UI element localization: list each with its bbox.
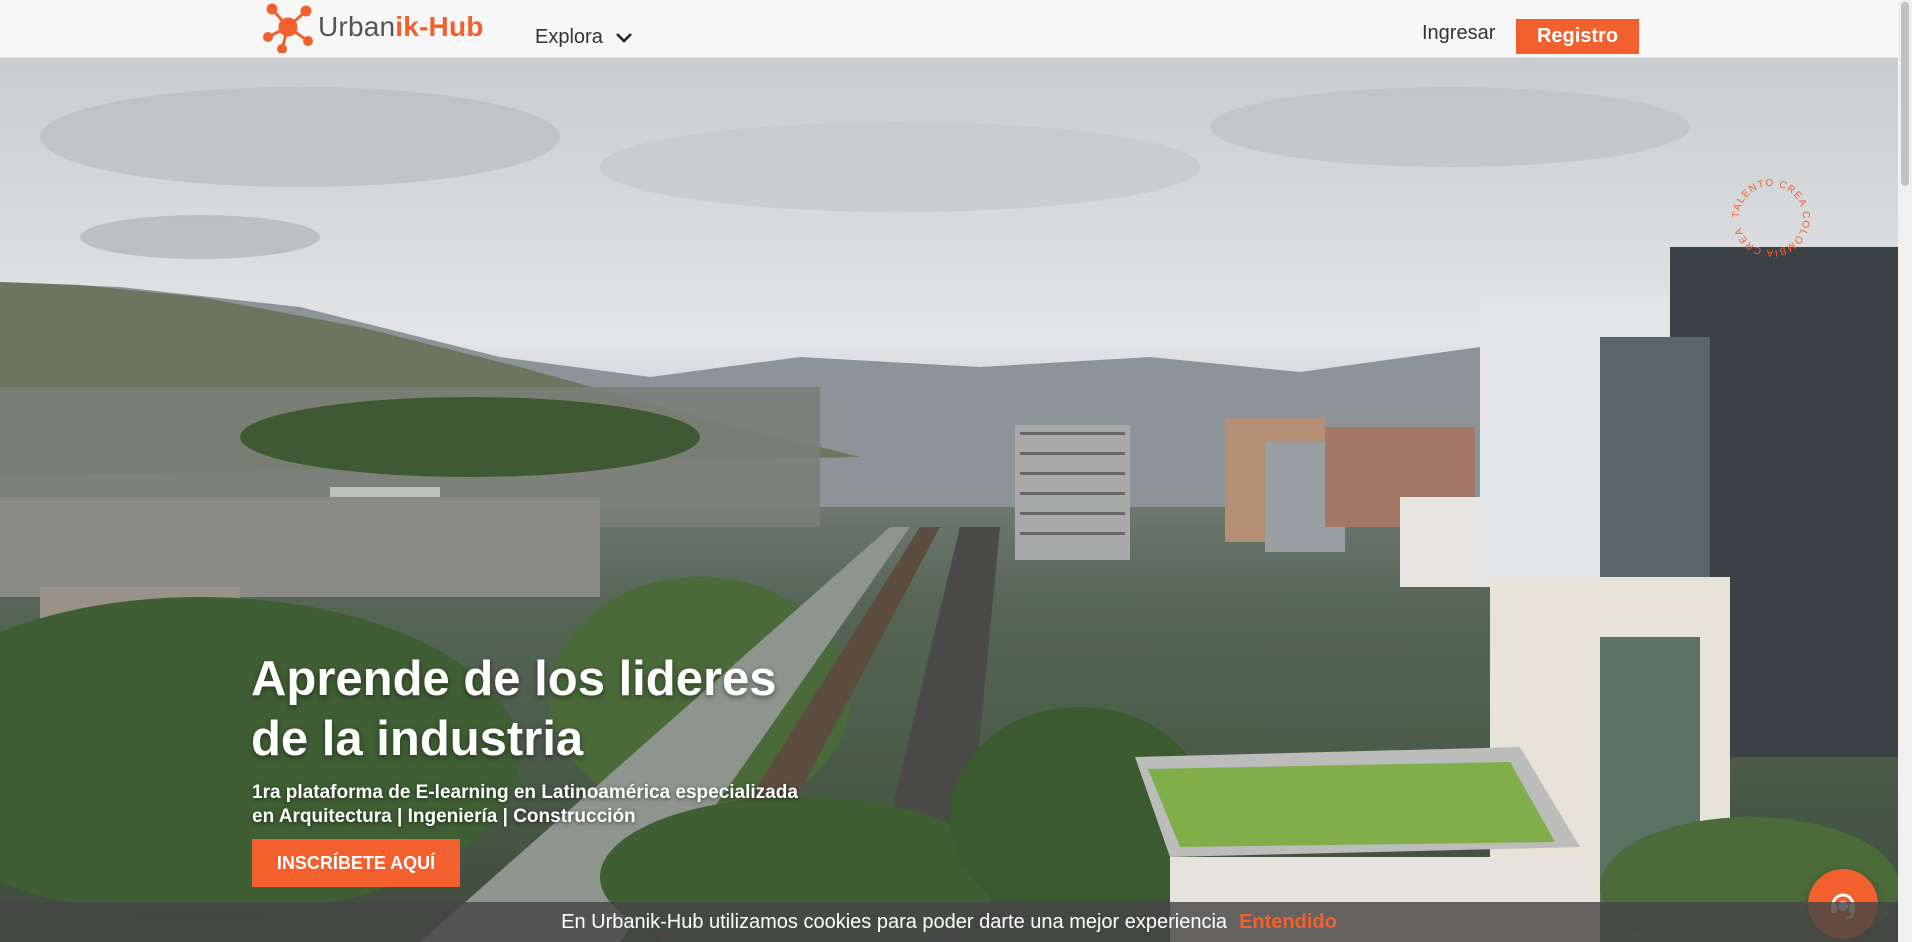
brand-logo[interactable]: Urbanik-Hub	[260, 2, 484, 53]
cookie-consent-bar: En Urbanik-Hub utilizamos cookies para p…	[0, 902, 1898, 942]
cookie-message: En Urbanik-Hub utilizamos cookies para p…	[561, 910, 1228, 933]
explora-menu[interactable]: Explora	[535, 26, 633, 49]
hero-title-line2: de la industria	[251, 712, 584, 766]
chevron-down-icon	[615, 32, 632, 43]
cookie-accept-button[interactable]: Entendido	[1239, 911, 1337, 934]
explora-label: Explora	[535, 26, 603, 48]
hero-title-line1: Aprende de los lideres	[251, 652, 777, 706]
hero-subtitle: 1ra plataforma de E-learning en Latinoam…	[252, 781, 798, 829]
login-link[interactable]: Ingresar	[1422, 22, 1495, 45]
talento-crea-colombia-badge: TALENTO CREA COLOMBIA CREA	[1731, 178, 1811, 258]
badge-text: TALENTO CREA COLOMBIA CREA	[1731, 178, 1810, 258]
brand-name-part2: ik-Hub	[395, 11, 484, 42]
scrollbar-thumb[interactable]	[1901, 2, 1909, 186]
hero-subtitle-line1: 1ra plataforma de E-learning en Latinoam…	[252, 782, 798, 803]
hero-title: Aprende de los lideres de la industria	[251, 649, 777, 769]
register-button[interactable]: Registro	[1516, 19, 1639, 54]
brand-name-part1: Urban	[318, 11, 396, 42]
molecule-logo-icon	[263, 3, 313, 53]
page-scrollbar[interactable]	[1898, 0, 1912, 942]
brand-name: Urbanik-Hub	[318, 11, 484, 43]
signup-cta-button[interactable]: INSCRÍBETE AQUÍ	[252, 839, 460, 887]
hero-section: TALENTO CREA COLOMBIA CREA Aprende de lo…	[0, 57, 1898, 942]
svg-text:TALENTO CREA COLOMBIA CREA: TALENTO CREA COLOMBIA CREA	[1731, 178, 1811, 258]
hero-subtitle-line2: en Arquitectura | Ingeniería | Construcc…	[252, 806, 636, 827]
top-navbar: Urbanik-Hub Explora Ingresar Registro	[0, 0, 1898, 58]
